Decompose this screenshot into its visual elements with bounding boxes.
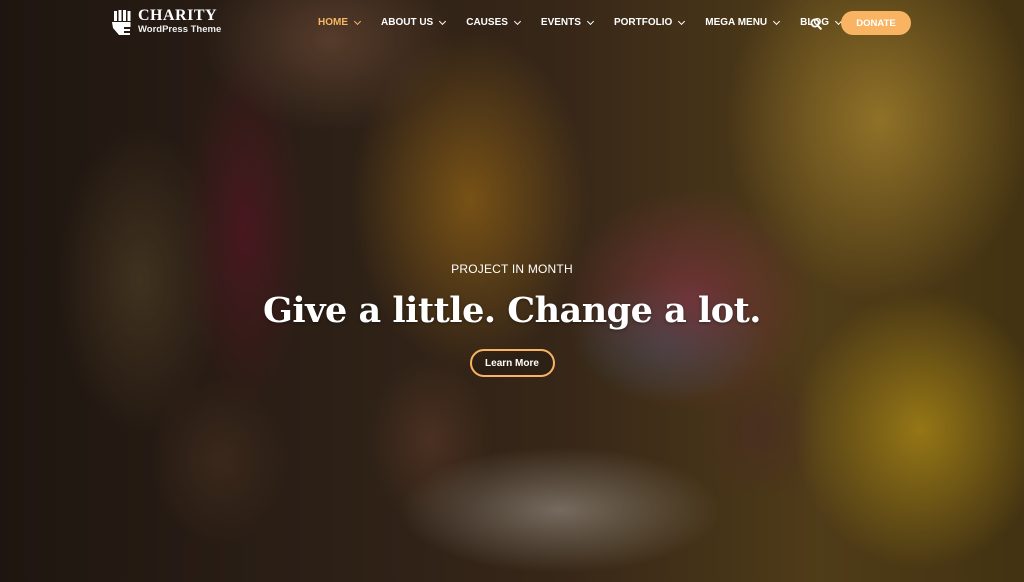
nav-item-label: CAUSES	[466, 17, 508, 28]
main-nav: HOME ABOUT US CAUSES EVENTS PORTFOLIO ME…	[318, 17, 862, 28]
hero-eyebrow: PROJECT IN MONTH	[451, 262, 573, 276]
nav-item-label: MEGA MENU	[705, 17, 768, 28]
nav-item-portfolio[interactable]: PORTFOLIO	[613, 17, 686, 28]
nav-item-events[interactable]: EVENTS	[540, 17, 594, 28]
site-header: CHARITY WordPress Theme HOME ABOUT US CA…	[0, 0, 1024, 48]
nav-item-home[interactable]: HOME	[318, 17, 362, 28]
site-logo[interactable]: CHARITY WordPress Theme	[111, 8, 221, 36]
logo-title: CHARITY	[138, 7, 218, 24]
hand-icon	[112, 10, 131, 35]
logo-subtitle: WordPress Theme	[138, 24, 222, 35]
chevron-down-icon	[678, 17, 686, 25]
chevron-down-icon	[439, 17, 447, 25]
nav-item-mega-menu[interactable]: MEGA MENU	[705, 17, 781, 28]
nav-item-label: EVENTS	[540, 17, 581, 28]
chevron-down-icon	[353, 17, 362, 25]
search-button[interactable]	[810, 17, 822, 30]
donate-button[interactable]: DONATE	[841, 11, 911, 35]
nav-item-causes[interactable]: CAUSES	[466, 17, 521, 28]
nav-item-about-us[interactable]: ABOUT US	[381, 17, 447, 28]
nav-item-label: HOME	[318, 17, 348, 28]
search-icon	[810, 18, 822, 30]
learn-more-button[interactable]: Learn More	[469, 349, 555, 377]
nav-item-label: PORTFOLIO	[613, 17, 673, 28]
chevron-down-icon	[586, 17, 594, 25]
chevron-down-icon	[513, 17, 521, 25]
chevron-down-icon	[773, 17, 781, 25]
nav-item-label: ABOUT US	[381, 17, 434, 28]
hero-section: PROJECT IN MONTH Give a little. Change a…	[0, 262, 1024, 377]
hero-headline: Give a little. Change a lot.	[263, 290, 761, 331]
